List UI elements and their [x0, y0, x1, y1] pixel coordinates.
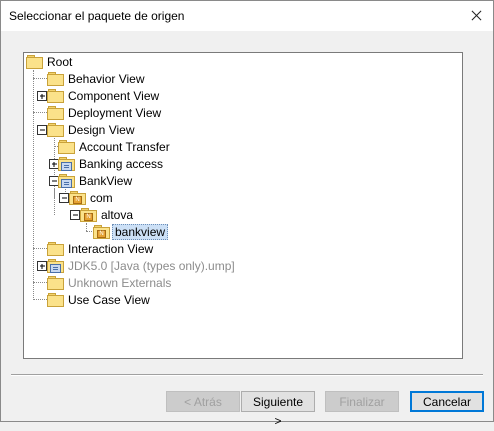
tree-node-label: altova	[101, 208, 134, 222]
tree-node-label: Behavior View	[68, 72, 145, 86]
model-folder-icon	[47, 259, 64, 273]
tree-line	[33, 248, 47, 249]
folder-icon	[47, 293, 64, 307]
package-tree[interactable]: Root Behavior View Component View Deploy…	[23, 52, 463, 359]
next-button[interactable]: Siguiente >	[241, 391, 315, 428]
tree-line	[33, 78, 47, 79]
folder-icon	[47, 72, 64, 86]
altova-collapser[interactable]	[70, 210, 80, 220]
model-folder-icon	[58, 157, 75, 171]
tree-line	[33, 299, 47, 300]
finish-button[interactable]: Finalizar	[325, 391, 399, 412]
tree-node-label: com	[90, 191, 113, 205]
tree-node-label-selected: bankview	[112, 224, 169, 240]
dialog-window: Seleccionar el paquete de origen Root Be…	[0, 0, 494, 428]
jdk-expander[interactable]	[37, 261, 47, 271]
tree-line	[86, 223, 87, 231]
folder-icon	[26, 55, 43, 69]
tree-node-label: Unknown Externals	[68, 276, 172, 290]
separator	[11, 374, 483, 376]
folder-icon	[47, 242, 64, 256]
package-folder-icon: N	[93, 225, 110, 239]
package-folder-icon: N	[80, 208, 97, 222]
folder-icon	[47, 89, 64, 103]
tree-node-label: Design View	[68, 123, 135, 137]
folder-icon	[47, 123, 64, 137]
folder-icon	[47, 106, 64, 120]
cancel-button[interactable]: Cancelar	[410, 391, 484, 412]
tree-node-label: Interaction View	[68, 242, 154, 256]
tree-node-label: BankView	[79, 174, 133, 188]
folder-icon	[47, 276, 64, 290]
back-button[interactable]: < Atrás	[166, 391, 240, 412]
tree-node-label: Component View	[68, 89, 160, 103]
model-folder-icon	[58, 174, 75, 188]
tree-node-label: Use Case View	[68, 293, 150, 307]
tree-node-label: Account Transfer	[79, 140, 170, 154]
component-view-expander[interactable]	[37, 91, 47, 101]
tree-node-label: JDK5.0 [Java (types only).ump]	[68, 259, 235, 273]
tree-node-label: Deployment View	[68, 106, 162, 120]
close-icon[interactable]	[463, 3, 489, 29]
folder-icon	[58, 140, 75, 154]
tree-line	[33, 70, 34, 300]
title-bar: Seleccionar el paquete de origen	[1, 1, 493, 31]
tree-line	[33, 282, 47, 283]
tree-line	[33, 112, 47, 113]
design-view-collapser[interactable]	[37, 125, 47, 135]
package-folder-icon: N	[69, 191, 86, 205]
tree-node-label: Banking access	[79, 157, 164, 171]
tree-node-label: Root	[47, 55, 73, 69]
com-collapser[interactable]	[59, 193, 69, 203]
tree-line	[54, 189, 55, 198]
dialog-title: Seleccionar el paquete de origen	[9, 9, 185, 23]
